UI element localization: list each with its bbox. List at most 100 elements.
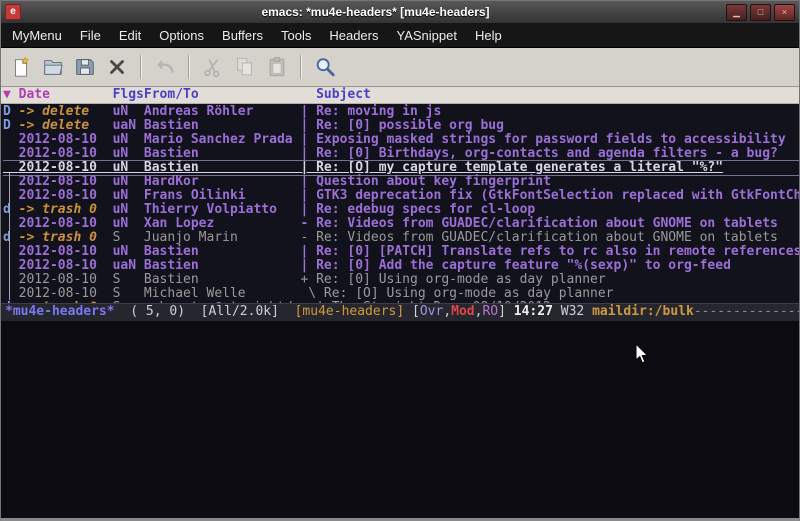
row-mark: d [3, 300, 19, 303]
mode-line: *mu4e-headers* ( 5, 0) [All/2.0k] [mu4e-… [1, 303, 799, 321]
row-mark [3, 146, 19, 161]
row-subject: Re: edebug specs for cl-loop [316, 202, 535, 217]
cut-button[interactable] [198, 52, 228, 82]
row-flags: uN [113, 202, 144, 217]
row-thread-sep: | [300, 118, 316, 133]
row-thread-sep: | [300, 132, 316, 147]
window-buttons: ▁□× [726, 4, 795, 21]
row-date: -> delete [19, 118, 113, 133]
row-thread-sep: | [316, 300, 332, 303]
new-file-button[interactable] [6, 52, 36, 82]
row-mark [3, 132, 19, 147]
echo-area-minibuffer[interactable] [1, 321, 799, 519]
row-date: 2012-08-10 [19, 174, 113, 189]
row-subject: Re: [0] Birthdays, org-contacts and agen… [316, 146, 778, 161]
row-subject: Re: [0] Using org-mode as day planner [316, 272, 606, 287]
row-mark [3, 160, 19, 175]
modeline-seg-plain: W32 [553, 304, 592, 319]
row-thread-sep: \ [300, 286, 323, 301]
message-row[interactable]: 2012-08-10 uN Xan Lopez - Re: Videos fro… [3, 217, 799, 231]
row-flags: uN [113, 132, 144, 147]
header-col-flgs[interactable]: Flgs [113, 87, 144, 102]
paste-icon [266, 56, 288, 78]
maximize-button[interactable]: □ [750, 4, 771, 21]
title-bar[interactable]: e emacs: *mu4e-headers* [mu4e-headers] ▁… [1, 1, 799, 23]
window-title: emacs: *mu4e-headers* [mu4e-headers] [25, 5, 726, 19]
header-col-date[interactable]: ▼ Date [3, 87, 113, 102]
row-thread-sep: | [300, 104, 316, 119]
row-flags: uN [113, 146, 144, 161]
modeline-seg-plain: ] [498, 304, 514, 319]
cut-icon [202, 56, 224, 78]
row-mark: d [3, 230, 19, 245]
row-from: Bastien [144, 118, 301, 133]
message-row[interactable]: d -> trash 0 uN Thierry Volpiatto | Re: … [3, 203, 799, 217]
menu-edit[interactable]: Edit [110, 25, 150, 46]
message-row[interactable]: d -> trash 0 S webmaster@straightd...| T… [3, 301, 799, 303]
undo-button[interactable] [150, 52, 180, 82]
mouse-cursor [635, 344, 649, 365]
open-file-button[interactable] [38, 52, 68, 82]
close-button[interactable]: × [774, 4, 795, 21]
row-flags: uN [113, 174, 144, 189]
message-row[interactable]: 2012-08-10 uN Bastien | Re: [O] my captu… [3, 161, 799, 175]
message-row[interactable]: 2012-08-10 uN HardKor | Question about k… [3, 175, 799, 189]
message-row[interactable]: D -> delete uN Andreas Röhler | Re: movi… [3, 105, 799, 119]
message-row[interactable]: d -> trash 0 S Juanjo Marin - Re: Videos… [3, 231, 799, 245]
message-row[interactable]: 2012-08-10 uN Bastien | Re: [0] Birthday… [3, 147, 799, 161]
undo-icon [154, 56, 176, 78]
row-from: Bastien [144, 244, 301, 259]
message-list: D -> delete uN Andreas Röhler | Re: movi… [3, 105, 799, 303]
message-row[interactable]: 2012-08-10 uN Bastien | Re: [0] [PATCH] … [3, 245, 799, 259]
emacs-app-icon: e [5, 4, 21, 20]
menu-buffers[interactable]: Buffers [213, 25, 272, 46]
message-row[interactable]: 2012-08-10 uaN Bastien | Re: [0] Add the… [3, 259, 799, 273]
message-row[interactable]: 2012-08-10 uN Frans Oilinki | GTK3 depre… [3, 189, 799, 203]
row-from: HardKor [144, 174, 301, 189]
menu-yasnippet[interactable]: YASnippet [387, 25, 465, 46]
row-from: Frans Oilinki [144, 188, 301, 203]
row-from: Andreas Röhler [144, 104, 301, 119]
row-thread-sep: - [300, 216, 316, 231]
row-date: 2012-08-10 [19, 146, 113, 161]
row-flags: S [113, 300, 144, 303]
row-thread-sep: + [300, 272, 316, 287]
search-button[interactable] [310, 52, 340, 82]
row-date: 2012-08-10 [19, 272, 113, 287]
row-mark: d [3, 202, 19, 217]
menu-mymenu[interactable]: MyMenu [3, 25, 71, 46]
modeline-seg-plain: , [443, 304, 451, 319]
paste-button[interactable] [262, 52, 292, 82]
save-button[interactable] [70, 52, 100, 82]
row-date: 2012-08-10 [19, 188, 113, 203]
modeline-seg-mod: Mod [451, 304, 474, 319]
message-row[interactable]: 2012-08-10 S Bastien + Re: [0] Using org… [3, 273, 799, 287]
scrollbar-line[interactable] [9, 173, 10, 300]
header-col-fromto[interactable]: From/To [144, 87, 301, 102]
new-file-icon [10, 56, 32, 78]
row-date: -> trash 0 [19, 202, 113, 217]
message-row[interactable]: D -> delete uaN Bastien | Re: [0] possib… [3, 119, 799, 133]
message-row[interactable]: 2012-08-10 uN Mario Sanchez Prada | Expo… [3, 133, 799, 147]
row-date: 2012-08-10 [19, 160, 113, 175]
row-thread-sep: | [300, 258, 316, 273]
minimize-button[interactable]: ▁ [726, 4, 747, 21]
menu-options[interactable]: Options [150, 25, 213, 46]
modeline-seg-plain: [ [404, 304, 420, 319]
row-from: Michael Welle [144, 286, 301, 301]
copy-button[interactable] [230, 52, 260, 82]
menu-headers[interactable]: Headers [320, 25, 387, 46]
message-row[interactable]: 2012-08-10 S Michael Welle \ Re: [O] Usi… [3, 287, 799, 301]
row-date: 2012-08-10 [19, 132, 113, 147]
menu-file[interactable]: File [71, 25, 110, 46]
row-date: 2012-08-10 [19, 258, 113, 273]
modeline-seg-time: 14:27 [514, 304, 553, 319]
save-icon [74, 56, 96, 78]
row-subject: The Straight Dope 08/10/2012 [332, 300, 551, 303]
row-mark [3, 188, 19, 203]
menu-tools[interactable]: Tools [272, 25, 320, 46]
close-button[interactable] [102, 52, 132, 82]
menu-help[interactable]: Help [466, 25, 511, 46]
header-col-subject[interactable]: Subject [300, 87, 370, 102]
row-thread-sep: | [300, 160, 316, 175]
